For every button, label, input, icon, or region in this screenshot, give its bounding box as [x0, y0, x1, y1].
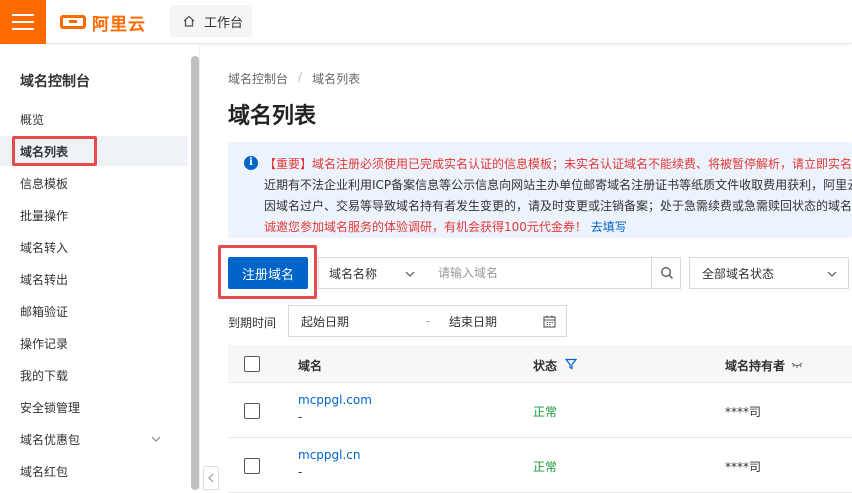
domain-name-link[interactable]: mcppgl.cn: [298, 448, 361, 462]
row-checkbox[interactable]: [244, 403, 260, 419]
sidebar-item-label: 域名红包: [20, 464, 69, 479]
domain-name-link[interactable]: mcppgl.com: [298, 393, 372, 407]
workbench-label: 工作台: [204, 15, 244, 31]
survey-text: 诚邀您参加域名服务的体验调研，有机会获得100元代金券！: [264, 220, 587, 234]
search-field-select-value: 域名名称: [329, 266, 378, 281]
sidebar-item-label: 概览: [20, 112, 45, 127]
expiry-date-label: 到期时间: [228, 316, 277, 330]
search-icon: [661, 267, 673, 279]
sidebar-item-label: 域名转入: [20, 240, 69, 255]
sidebar-item-discount-pack[interactable]: 域名优惠包: [0, 424, 188, 454]
logo-text: 阿里云: [92, 14, 146, 35]
search-button[interactable]: [651, 257, 681, 289]
calendar-icon: [543, 315, 556, 328]
domain-holder: ****司: [725, 460, 762, 474]
sidebar-scrollbar[interactable]: [191, 56, 199, 490]
sidebar-item-red-packet[interactable]: 域名红包: [0, 456, 188, 486]
sidebar-item-label: 操作记录: [20, 336, 69, 351]
domain-holder: ****司: [725, 405, 762, 419]
sidebar-item-label: 批量操作: [20, 208, 69, 223]
filter-icon[interactable]: [565, 358, 577, 370]
highlight-box-sidebar: [12, 136, 97, 166]
table-row: mcppgl.cn - 正常 ****司: [228, 438, 852, 493]
logo-mark-icon: [60, 15, 86, 29]
survey-link[interactable]: 去填写: [591, 220, 627, 234]
notice-line-survey: 诚邀您参加域名服务的体验调研，有机会获得100元代金券！ 去填写: [264, 217, 852, 238]
highlight-box-register: [218, 245, 317, 299]
column-header-domain: 域名: [298, 359, 323, 373]
sidebar-item-label: 信息模板: [20, 176, 69, 191]
table-header: 域名 状态 域名持有者: [228, 345, 852, 383]
sidebar-item-label: 域名转出: [20, 272, 69, 287]
breadcrumb: 域名控制台 / 域名列表: [228, 70, 360, 87]
end-date-field[interactable]: 结束日期: [449, 313, 497, 330]
notice-line-important: 【重要】域名注册必须使用已完成实名认证的信息模板；未实名认证域名不能续费、将被暂…: [264, 157, 852, 171]
status-badge: 正常: [533, 405, 558, 419]
notice-line-transfer: 因域名过户、交易等导致域名持有者发生变更的，请及时变更或注销备案；处于急需续费或…: [264, 199, 852, 213]
sidebar-item-security-lock[interactable]: 安全锁管理: [0, 392, 188, 422]
info-icon: i: [244, 156, 258, 170]
home-icon: [183, 15, 195, 27]
sidebar-item-transfer-out[interactable]: 域名转出: [0, 264, 188, 294]
sidebar-item-email-verify[interactable]: 邮箱验证: [0, 296, 188, 326]
chevron-down-icon: [151, 436, 161, 442]
sidebar-collapse-button[interactable]: [203, 466, 219, 490]
column-header-status: 状态: [533, 359, 558, 373]
breadcrumb-current: 域名列表: [312, 72, 361, 86]
sidebar-item-downloads[interactable]: 我的下载: [0, 360, 188, 390]
page-title: 域名列表: [228, 104, 317, 129]
chevron-down-icon: [827, 271, 837, 277]
start-date-field[interactable]: 起始日期: [301, 313, 349, 330]
sidebar-item-label: 邮箱验证: [20, 304, 69, 319]
sidebar-item-label: 我的下载: [20, 368, 69, 383]
breadcrumb-separator: /: [298, 70, 303, 84]
sidebar-item-label: 域名优惠包: [20, 432, 81, 447]
search-field-select[interactable]: 域名名称: [318, 257, 427, 289]
column-header-holder: 域名持有者: [725, 359, 786, 373]
expiry-date-range-picker[interactable]: 起始日期 - 结束日期: [288, 305, 567, 337]
domain-search-input[interactable]: [426, 257, 652, 289]
table-row: mcppgl.com - 正常 ****司: [228, 383, 852, 438]
status-badge: 正常: [533, 460, 558, 474]
sidebar-item-batch-ops[interactable]: 批量操作: [0, 200, 188, 230]
sidebar-item-label: 安全锁管理: [20, 400, 81, 415]
sidebar-item-transfer-in[interactable]: 域名转入: [0, 232, 188, 262]
domain-status-select-value: 全部域名状态: [702, 266, 775, 281]
workbench-button[interactable]: 工作台: [170, 5, 252, 37]
select-all-checkbox[interactable]: [244, 356, 260, 372]
sidebar-title: 域名控制台: [20, 74, 90, 90]
domain-status-select[interactable]: 全部域名状态: [689, 257, 849, 289]
menu-icon[interactable]: [0, 0, 46, 44]
top-bar: 阿里云 工作台: [0, 0, 852, 44]
sidebar-item-operation-log[interactable]: 操作记录: [0, 328, 188, 358]
notice-line-fraud: 近期有不法企业利用ICP备案信息等公示信息向网站主办单位邮寄域名注册证书等纸质文…: [264, 178, 852, 192]
domain-sub-text: -: [298, 410, 303, 424]
sidebar-item-info-template[interactable]: 信息模板: [0, 168, 188, 198]
domain-sub-text: -: [298, 465, 303, 479]
notice-banner: i 【重要】域名注册必须使用已完成实名认证的信息模板；未实名认证域名不能续费、将…: [228, 142, 852, 238]
breadcrumb-root[interactable]: 域名控制台: [228, 70, 288, 87]
sidebar-item-overview[interactable]: 概览: [0, 104, 188, 134]
date-range-separator: -: [426, 314, 431, 328]
aliyun-logo[interactable]: 阿里云: [60, 12, 146, 35]
chevron-down-icon: [405, 271, 415, 277]
row-checkbox[interactable]: [244, 458, 260, 474]
eye-icon[interactable]: [791, 359, 803, 369]
chevron-left-icon: [208, 473, 214, 483]
